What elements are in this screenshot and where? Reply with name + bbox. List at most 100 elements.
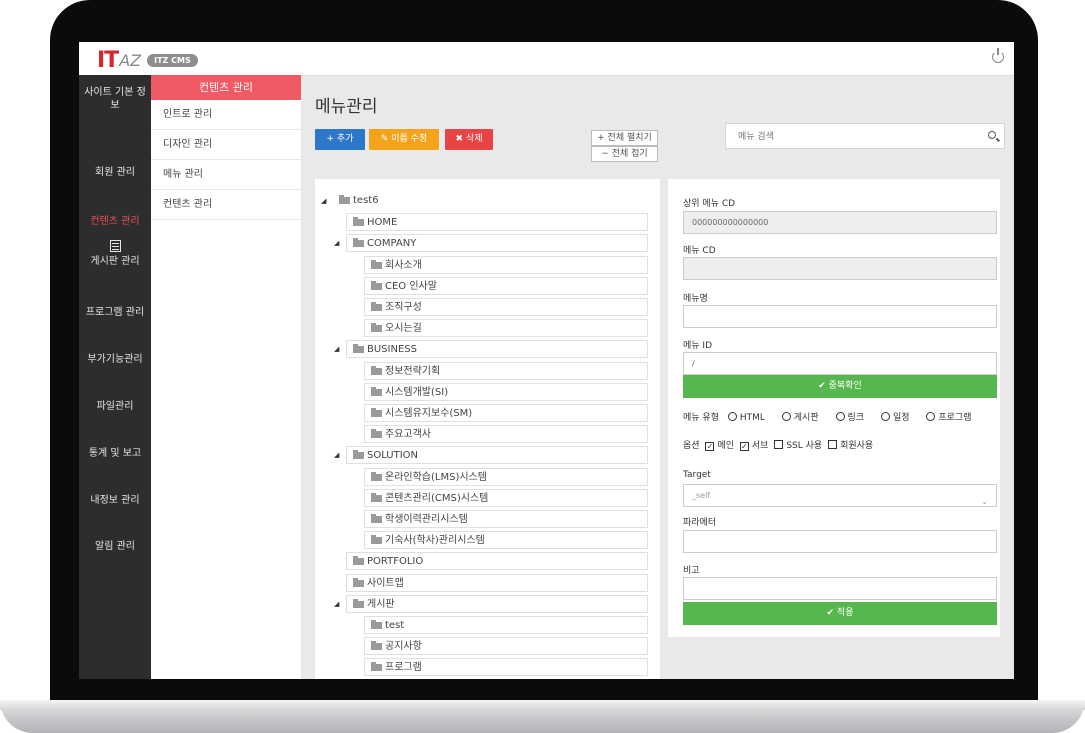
radio-html[interactable] bbox=[727, 412, 737, 421]
tree-item[interactable]: PORTFOLIO bbox=[346, 552, 648, 571]
tree-item-label: 주요고객사 bbox=[385, 429, 431, 441]
tree-item[interactable]: HOME bbox=[346, 213, 648, 232]
checkbox-main[interactable] bbox=[705, 442, 715, 451]
dup-check-button[interactable]: ✔ 중복확인 bbox=[683, 375, 997, 398]
logo-badge: ITZ CMS bbox=[147, 54, 198, 67]
checkbox-member[interactable] bbox=[828, 440, 838, 449]
param-field[interactable] bbox=[683, 530, 997, 553]
tree-item[interactable]: BUSINESS bbox=[346, 340, 648, 359]
target-value: _self bbox=[692, 491, 711, 500]
tree-item[interactable]: 조직구성 bbox=[364, 298, 648, 316]
radio-link[interactable] bbox=[835, 412, 845, 421]
folder-icon bbox=[353, 577, 364, 587]
tree-item[interactable]: 회사소개 bbox=[364, 255, 648, 274]
tree-item[interactable]: 시스템개발(SI) bbox=[364, 382, 648, 401]
target-select[interactable]: _self ⌄ bbox=[683, 484, 997, 507]
search-icon[interactable] bbox=[988, 131, 996, 139]
nav-item-members[interactable]: 회원 관리 bbox=[79, 166, 151, 179]
sub-nav: 컨텐츠 관리 인트로 관리 디자인 관리 메뉴 관리 컨텐츠 관리 bbox=[151, 75, 301, 679]
tree-item[interactable]: 학생이력관리시스템 bbox=[364, 510, 648, 528]
nav-item-site-settings[interactable]: 사이트 기본 정보 bbox=[79, 86, 151, 112]
tree-item[interactable]: 온라인학습(LMS)시스템 bbox=[364, 467, 648, 486]
subnav-item-contents[interactable]: 컨텐츠 관리 bbox=[151, 190, 301, 220]
subnav-item-intro[interactable]: 인트로 관리 bbox=[151, 100, 301, 130]
expand-all-button[interactable]: + 전체 펼치기 bbox=[591, 130, 658, 146]
radio-board[interactable] bbox=[781, 412, 791, 421]
folder-icon bbox=[371, 259, 382, 269]
folder-icon bbox=[339, 195, 350, 204]
search-input[interactable] bbox=[736, 128, 970, 146]
nav-item-my-info[interactable]: 내정보 관리 bbox=[79, 494, 151, 507]
tree-item[interactable]: 오시는길 bbox=[364, 319, 648, 338]
menu-name-field[interactable] bbox=[683, 305, 997, 328]
nav-item-stats[interactable]: 통계 및 보고 bbox=[79, 447, 151, 460]
tree-item[interactable]: 기숙사(학사)관리시스템 bbox=[364, 531, 648, 550]
tree-item[interactable]: 시스템유지보수(SM) bbox=[364, 404, 648, 422]
tree-item[interactable]: 사이트맵 bbox=[346, 573, 648, 592]
target-label: Target bbox=[683, 470, 711, 480]
power-icon[interactable] bbox=[992, 48, 1004, 63]
radio-program[interactable] bbox=[926, 412, 936, 421]
tree-item[interactable]: COMPANY bbox=[346, 234, 648, 253]
folder-icon bbox=[353, 238, 364, 248]
tree-item[interactable]: 주요고객사 bbox=[364, 425, 648, 444]
delete-button[interactable]: ✖ 삭제 bbox=[445, 129, 493, 150]
rename-button[interactable]: ✎ 이름 수정 bbox=[369, 129, 439, 150]
collapse-all-button[interactable]: − 전체 접기 bbox=[591, 146, 658, 162]
folder-icon bbox=[371, 386, 382, 396]
add-button[interactable]: + 추가 bbox=[315, 129, 365, 150]
menu-cd-label: 메뉴 CD bbox=[683, 246, 716, 256]
tree-item[interactable]: test6 bbox=[333, 192, 648, 210]
folder-icon bbox=[371, 641, 382, 651]
tree-toggle-icon[interactable]: ◢ bbox=[334, 340, 339, 358]
param-label: 파라메터 bbox=[683, 518, 717, 528]
folder-icon bbox=[353, 556, 364, 566]
tree-item[interactable]: 정보전략기획 bbox=[364, 361, 648, 380]
checkbox-ssl[interactable] bbox=[774, 440, 784, 449]
menu-search bbox=[725, 123, 1005, 149]
tree-toggle-icon[interactable]: ◢ bbox=[321, 192, 326, 210]
laptop-base bbox=[0, 700, 1085, 733]
menu-form: 상위 메뉴 CD 000000000000000 메뉴 CD 메뉴명 메뉴 ID… bbox=[668, 179, 1000, 637]
tree-item-label: PORTFOLIO bbox=[367, 556, 424, 568]
tree-item[interactable]: 프로그램 bbox=[364, 658, 648, 677]
tree-item-label: 공지사항 bbox=[385, 641, 422, 653]
nav-item-alerts[interactable]: 알림 관리 bbox=[79, 540, 151, 553]
nav-item-extras[interactable]: 부가기능관리 bbox=[79, 353, 151, 366]
folder-icon bbox=[371, 302, 382, 311]
tree-item-label: 게시판 bbox=[367, 598, 395, 610]
subnav-item-menu[interactable]: 메뉴 관리 bbox=[151, 160, 301, 190]
nav-label: 사이트 기본 정보 bbox=[84, 87, 146, 111]
menu-cd-field bbox=[683, 257, 997, 280]
tree-item[interactable]: test bbox=[364, 616, 648, 634]
cms-screen: IT AZ ITZ CMS 사이트 기본 정보 회원 관리 컨텐츠 관리 게시판… bbox=[79, 42, 1014, 679]
tree-item[interactable]: SOLUTION bbox=[346, 446, 648, 465]
apply-button[interactable]: ✔ 적용 bbox=[683, 602, 997, 625]
menu-id-field[interactable]: / bbox=[683, 352, 997, 375]
note-field[interactable] bbox=[683, 577, 997, 600]
folder-icon bbox=[371, 365, 382, 375]
nav-item-board[interactable]: 게시판 관리 bbox=[79, 240, 151, 268]
tree-toggle-icon[interactable]: ◢ bbox=[334, 446, 339, 464]
top-bar: IT AZ ITZ CMS bbox=[79, 42, 1014, 76]
tree-item[interactable]: 공지사항 bbox=[364, 637, 648, 656]
board-icon bbox=[109, 240, 121, 252]
tree-item-label: 온라인학습(LMS)시스템 bbox=[385, 471, 487, 483]
folder-icon bbox=[371, 492, 382, 502]
tree-item[interactable]: 콘텐츠관리(CMS)시스템 bbox=[364, 488, 648, 507]
nav-label: 게시판 관리 bbox=[90, 256, 140, 267]
checkbox-sub[interactable] bbox=[739, 442, 749, 451]
nav-item-programs[interactable]: 프로그램 관리 bbox=[79, 306, 151, 319]
subnav-item-design[interactable]: 디자인 관리 bbox=[151, 130, 301, 160]
logo[interactable]: IT AZ ITZ CMS bbox=[97, 48, 198, 73]
left-nav: 사이트 기본 정보 회원 관리 컨텐츠 관리 게시판 관리 프로그램 관리 부가… bbox=[79, 75, 151, 679]
checkbox-ssl-label: SSL 사용 bbox=[786, 441, 823, 451]
tree-toggle-icon[interactable]: ◢ bbox=[334, 595, 339, 613]
tree-item[interactable]: CEO 인사말 bbox=[364, 276, 648, 295]
nav-item-contents[interactable]: 컨텐츠 관리 bbox=[79, 215, 151, 228]
nav-item-files[interactable]: 파일관리 bbox=[79, 400, 151, 413]
tree-toggle-icon[interactable]: ◢ bbox=[334, 234, 339, 252]
tree-item[interactable]: 게시판 bbox=[346, 594, 648, 613]
folder-icon bbox=[371, 662, 382, 672]
radio-schedule[interactable] bbox=[880, 412, 890, 421]
